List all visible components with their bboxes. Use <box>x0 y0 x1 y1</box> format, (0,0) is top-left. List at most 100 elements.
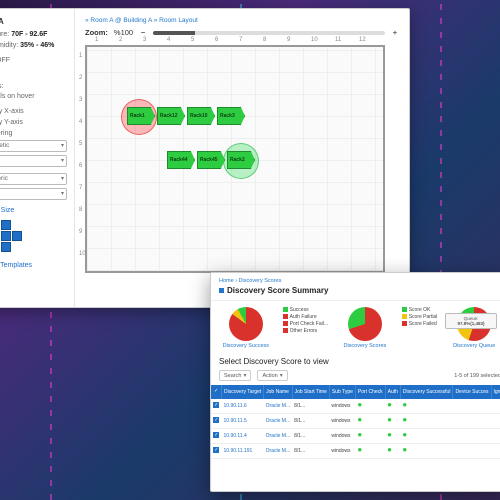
chart-success-label: Discovery Success <box>219 343 273 349</box>
table-row[interactable]: 10.90.11.6Oracle M...8/1...windows●●●●or… <box>211 399 500 414</box>
room-size-link[interactable]: om Size <box>0 206 69 215</box>
rack-rack44[interactable]: Rack44 <box>167 151 195 169</box>
chevron-down-icon: ▾ <box>280 372 283 379</box>
square-bullet-icon <box>219 288 224 293</box>
cell <box>211 414 222 429</box>
chart-success: Discovery Success <box>219 307 273 349</box>
col-header[interactable]: Ignored <box>491 385 500 399</box>
cell: ● <box>355 399 385 414</box>
col-header[interactable]: Auth <box>385 385 400 399</box>
col-number: 12 <box>359 37 366 43</box>
action-select[interactable]: Action ▾ <box>257 370 287 381</box>
orientation-select-1[interactable]: abetic ▾ <box>0 140 67 152</box>
table-row[interactable]: 10.90.11.191Oracle M...8/1...windows●●●●… <box>211 444 500 459</box>
zoom-out-button[interactable]: − <box>139 28 147 37</box>
link-cell[interactable]: Oracle M... <box>266 403 290 409</box>
col-header[interactable]: Sub Type <box>329 385 355 399</box>
orientation-value-1: abetic <box>0 142 9 151</box>
cell <box>211 399 222 414</box>
rack-rack12[interactable]: Rack12 <box>157 107 185 125</box>
cell <box>453 444 491 459</box>
breadcrumb[interactable]: » Room A @ Building A » Room Layout <box>85 17 399 24</box>
link-cell[interactable]: Oracle M... <box>266 418 290 424</box>
cell: windows <box>329 399 355 414</box>
link-cell[interactable]: 10.90.11.6 <box>224 403 247 409</box>
rack-rack45[interactable]: Rack45 <box>197 151 225 169</box>
col-header[interactable]: Job Name <box>264 385 292 399</box>
link-cell[interactable]: 10.90.11.5 <box>224 418 247 424</box>
legend-scores: Score OK Score Partial Score Failed <box>402 307 438 328</box>
col-header[interactable]: Discovery Successful <box>400 385 453 399</box>
status-dot-icon: ● <box>387 400 392 409</box>
search-select[interactable]: Search ▾ <box>219 370 251 381</box>
zoom-in-button[interactable]: + <box>391 28 399 37</box>
rack-rack3[interactable]: Rack3 <box>217 107 245 125</box>
chevron-down-icon: ▾ <box>61 190 64 198</box>
status-dot-icon: ● <box>387 445 392 454</box>
row-checkbox[interactable] <box>213 402 219 408</box>
table-header-row: Discovery TargetJob NameJob Start TimeSu… <box>211 385 500 399</box>
link-cell[interactable]: 10.90.11.4 <box>224 433 247 439</box>
tooltip-line2: 97.8%(1,483) <box>457 321 484 326</box>
col-header[interactable]: Discovery Target <box>222 385 264 399</box>
checkbox-all[interactable] <box>213 388 219 394</box>
grid-status: is OFF <box>0 56 69 65</box>
cell: windows <box>329 429 355 444</box>
discovery-breadcrumb[interactable]: Home › Discovery Scores <box>219 278 500 284</box>
sort-y: e by Y-axis <box>0 118 69 127</box>
col-header[interactable]: Device Succes <box>453 385 491 399</box>
zoom-slider[interactable] <box>153 31 385 35</box>
cell: 8/1... <box>292 444 329 459</box>
room-title: m A <box>0 17 69 28</box>
status-dot-icon: ● <box>387 415 392 424</box>
row-checkbox[interactable] <box>213 417 219 423</box>
cell: ● <box>400 399 453 414</box>
chart-scores: Discovery Scores <box>338 307 392 349</box>
link-cell[interactable]: Oracle M... <box>266 448 290 454</box>
templates-link[interactable]: ect Templates <box>0 261 69 270</box>
status-dot-icon: ● <box>402 400 407 409</box>
status-dot-icon: ● <box>402 445 407 454</box>
discovery-title-text: Discovery Score Summary <box>227 286 328 295</box>
col-number: 8 <box>263 37 266 43</box>
zoom-label: Zoom: <box>85 28 108 37</box>
template-cross-icon[interactable] <box>0 219 23 253</box>
cell: 8/1... <box>292 414 329 429</box>
row-checkbox[interactable] <box>213 432 219 438</box>
status-dot-icon: ● <box>357 430 362 439</box>
pie-chart-success[interactable] <box>229 307 263 341</box>
col-header[interactable]: Port Check <box>355 385 385 399</box>
cell: Oracle M... <box>264 429 292 444</box>
rack-rack2[interactable]: Rack2 <box>227 151 255 169</box>
status-dot-icon: ● <box>402 415 407 424</box>
col-header[interactable] <box>211 385 222 399</box>
discovery-table: Discovery TargetJob NameJob Start TimeSu… <box>211 385 500 459</box>
orientation-select-3[interactable]: meric ▾ <box>0 173 67 185</box>
row-number: 7 <box>79 185 82 191</box>
row-checkbox[interactable] <box>213 447 219 453</box>
floor-grid[interactable]: 12345678910111212345678910Rack1Rack12Rac… <box>85 45 385 273</box>
row-number: 2 <box>79 75 82 81</box>
cell: Oracle M... <box>264 444 292 459</box>
pie-chart-scores[interactable] <box>348 307 382 341</box>
table-row[interactable]: 10.90.11.4Oracle M...8/1...windows●●●●or… <box>211 429 500 444</box>
temp-row: rature: 70F - 92.6F <box>0 30 69 39</box>
cell: 10.90.11.5 <box>222 414 264 429</box>
row-number: 5 <box>79 141 82 147</box>
orientation-select-4[interactable]: ▾ <box>0 188 67 200</box>
col-header[interactable]: Job Start Time <box>292 385 329 399</box>
cell: ● <box>355 429 385 444</box>
cell <box>491 399 500 414</box>
status-dot-icon: ● <box>357 400 362 409</box>
rack-rack10[interactable]: Rack10 <box>187 107 215 125</box>
rack-rack1[interactable]: Rack1 <box>127 107 155 125</box>
cell: windows <box>329 414 355 429</box>
x-row: X: <box>0 67 69 76</box>
action-label: Action <box>262 373 277 379</box>
cell: 10.90.11.4 <box>222 429 264 444</box>
col-number: 1 <box>95 37 98 43</box>
link-cell[interactable]: Oracle M... <box>266 433 290 439</box>
link-cell[interactable]: 10.90.11.191 <box>224 448 253 454</box>
orientation-select-2[interactable]: ▾ <box>0 155 67 167</box>
table-row[interactable]: 10.90.11.5Oracle M...8/1...windows●●●●or… <box>211 414 500 429</box>
